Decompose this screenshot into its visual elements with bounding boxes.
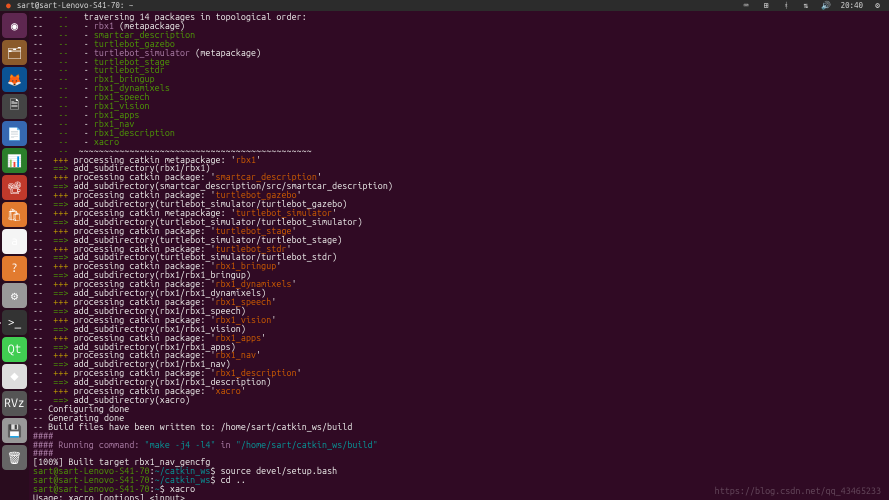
- watermark: https://blog.csdn.net/qq_43465233: [715, 486, 881, 496]
- launcher-help[interactable]: ?: [2, 256, 27, 281]
- terminal-line: -- -- - rbx1_speech: [33, 93, 885, 102]
- sound-icon[interactable]: 🔊: [821, 0, 832, 11]
- window-title: sart@sart-Lenovo-S41-70: ~: [17, 1, 133, 10]
- terminal-line: -- -- - rbx1_description: [33, 129, 885, 138]
- launcher-writer[interactable]: 📄: [2, 121, 27, 146]
- terminal-line: -- -- - turtlebot_stdr: [33, 66, 885, 75]
- launcher-rviz[interactable]: RVz: [2, 391, 27, 416]
- terminal-output[interactable]: -- -- traversing 14 packages in topologi…: [29, 11, 889, 500]
- launcher-firefox[interactable]: 🦊: [2, 67, 27, 92]
- top-menu-bar: ● sart@sart-Lenovo-S41-70: ~ ⌨ ⊞ ᚼ ⇅ 🔊 2…: [0, 0, 889, 11]
- launcher-qt[interactable]: Qt: [2, 337, 27, 362]
- launcher-amazon[interactable]: a: [2, 229, 27, 254]
- launcher-trash[interactable]: 🗑: [2, 445, 27, 470]
- system-tray: ⌨ ⊞ ᚼ ⇅ 🔊 20:40 ⚙: [741, 0, 883, 11]
- launcher-software[interactable]: 🛍: [2, 202, 27, 227]
- terminal-line: #### Running command: "make -j4 -l4" in …: [33, 441, 885, 450]
- terminal-line: -- ==> add_subdirectory(xacro): [33, 396, 885, 405]
- apps-indicator-icon[interactable]: ⊞: [761, 0, 772, 11]
- launcher-search[interactable]: ◉: [2, 13, 27, 38]
- launcher-files[interactable]: 🗂: [2, 40, 27, 65]
- launcher-exec[interactable]: ⬥: [2, 364, 27, 389]
- network-icon[interactable]: ⇅: [801, 0, 812, 11]
- launcher-gedit[interactable]: 🗎: [2, 94, 27, 119]
- terminal-line: -- Configuring done: [33, 405, 885, 414]
- settings-gear-icon[interactable]: ⚙: [872, 0, 883, 11]
- keyboard-icon[interactable]: ⌨: [741, 0, 752, 11]
- launcher-impress[interactable]: 📽: [2, 175, 27, 200]
- clock[interactable]: 20:40: [841, 1, 863, 10]
- launcher-disk[interactable]: 💾: [2, 418, 27, 443]
- bluetooth-icon[interactable]: ᚼ: [781, 0, 792, 11]
- unity-launcher: ◉🗂🦊🗎📄📊📽🛍a?⚙>_Qt⬥RVz💾🗑: [0, 11, 29, 500]
- terminal-line: -- -- - rbx1_apps: [33, 111, 885, 120]
- terminal-line: -- -- - rbx1_vision: [33, 102, 885, 111]
- launcher-settings[interactable]: ⚙: [2, 283, 27, 308]
- window-close-icon[interactable]: ●: [6, 1, 11, 10]
- launcher-calc[interactable]: 📊: [2, 148, 27, 173]
- terminal-line: -- Build files have been written to: /ho…: [33, 423, 885, 432]
- terminal-line: -- -- - rbx1_dynamixels: [33, 84, 885, 93]
- launcher-terminal[interactable]: >_: [2, 310, 27, 335]
